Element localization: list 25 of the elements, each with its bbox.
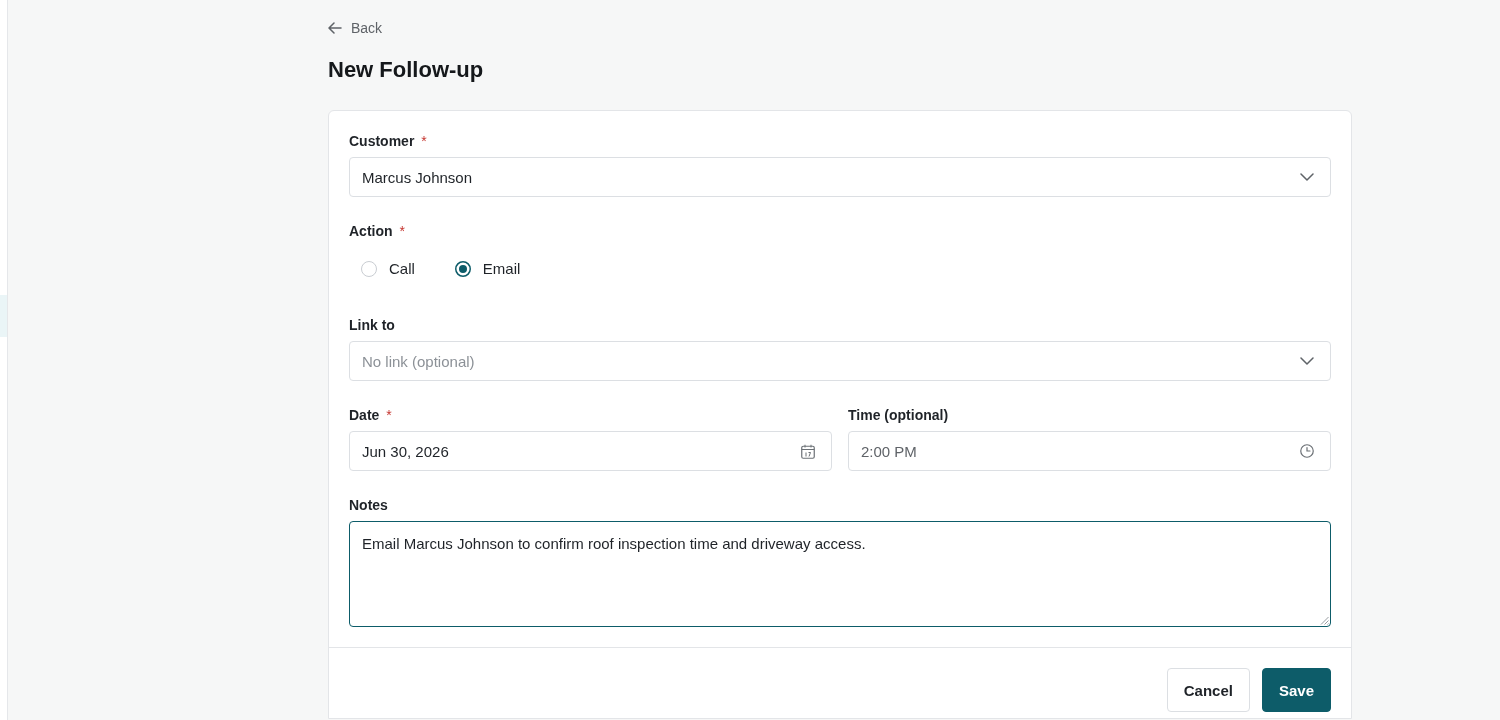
date-field[interactable]: Jun 30, 2026 — [349, 431, 832, 471]
back-link[interactable]: Back — [328, 18, 383, 38]
resize-handle-icon[interactable] — [1320, 616, 1329, 625]
page-title: New Follow-up — [328, 56, 485, 84]
required-asterisk: * — [386, 406, 392, 425]
arrow-left-icon — [328, 22, 342, 34]
required-asterisk: * — [399, 222, 405, 241]
field-label: Time (optional) — [848, 406, 949, 425]
select-field[interactable]: Marcus Johnson — [349, 157, 1331, 197]
field-label: Link to — [349, 316, 395, 335]
field-label: Date — [349, 406, 380, 425]
notes-textarea[interactable]: Email Marcus Johnson to confirm roof inspection time and driveway access. — [349, 521, 1331, 627]
cancel-button[interactable]: Cancel — [1166, 668, 1250, 712]
field-label: Customer — [349, 132, 415, 151]
chevron-down-icon — [1300, 173, 1314, 181]
required-asterisk: * — [421, 132, 427, 151]
radio-option[interactable]: Email — [454, 259, 521, 279]
clock-icon — [1300, 444, 1314, 458]
field-label: Notes — [349, 496, 388, 515]
save-button[interactable]: Save — [1261, 668, 1331, 712]
time-field[interactable]: 2:00 PM — [848, 431, 1331, 471]
radio-option[interactable]: Call — [361, 259, 415, 279]
chevron-down-icon — [1300, 357, 1314, 365]
calendar-icon — [801, 443, 815, 459]
field-label: Action — [349, 222, 393, 241]
